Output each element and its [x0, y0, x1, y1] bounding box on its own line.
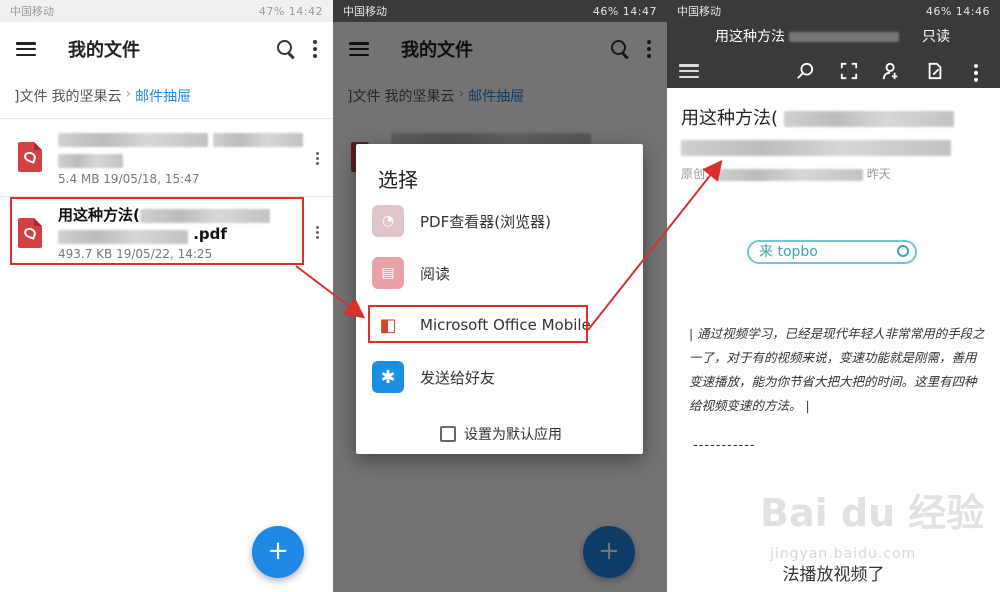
search-box-text: 来 topbo — [759, 244, 818, 260]
file-name-redacted — [58, 130, 304, 168]
publish-date: 昨天 — [866, 167, 891, 181]
baidu-watermark-url: jingyan.baidu.com — [770, 546, 917, 562]
doc-heading: 用这种方法( — [681, 104, 954, 156]
hamburger-menu-icon[interactable] — [16, 42, 36, 56]
breadcrumb-item[interactable]: 我的坚果云 — [51, 86, 121, 106]
status-bar: 中国移动 47% 14:42 — [0, 0, 333, 22]
reader-toolbar — [667, 54, 1000, 88]
reader-book-icon: ▤ — [372, 257, 404, 289]
doc-body-text: | 通过视频学习，已经是现代年轻人非常常用的手段之一了，对于有的视频来说，变速功… — [689, 326, 985, 413]
hamburger-menu-icon[interactable] — [679, 64, 699, 78]
app-option-reader[interactable]: ▤ 阅读 — [356, 250, 643, 296]
share-person-icon[interactable] — [881, 62, 901, 80]
doc-heading-text: 用这种方法( — [681, 108, 779, 129]
file-manager-screen: 中国移动 47% 14:42 我的文件 ]文件 我的坚果云 › 邮件抽屉 5.4… — [0, 0, 333, 592]
doc-separator: ----------- — [693, 438, 756, 453]
pdf-viewer-icon: ◔ — [372, 205, 404, 237]
read-only-badge: 只读 — [922, 29, 950, 45]
default-app-checkbox[interactable] — [440, 426, 456, 442]
battery-level: 46% — [592, 4, 619, 18]
doc-footer-text: 法播放视频了 — [782, 565, 885, 585]
document-title-text: 用这种方法 — [715, 29, 785, 45]
search-icon — [897, 245, 909, 257]
app-option-label: 阅读 — [420, 264, 451, 283]
carrier-label: 中国移动 — [677, 5, 721, 18]
clock: 14:42 — [288, 4, 323, 18]
search-icon[interactable] — [795, 62, 815, 80]
file-meta: 5.4 MB 19/05/18, 15:47 — [58, 172, 200, 186]
app-option-pdf-viewer[interactable]: ◔ PDF查看器(浏览器) — [356, 198, 643, 244]
breadcrumb-separator-icon: › — [125, 86, 132, 102]
row-more-icon[interactable] — [316, 152, 319, 165]
page-title: 我的文件 — [68, 40, 140, 61]
highlight-box — [368, 305, 588, 343]
document-title: 用这种方法 — [715, 26, 900, 46]
app-option-send-friend[interactable]: ✱ 发送给好友 — [356, 354, 643, 400]
clock: 14:46 — [955, 4, 990, 18]
baidu-watermark: Bai du 经验 — [760, 491, 985, 535]
file-row[interactable]: 5.4 MB 19/05/18, 15:47 — [0, 124, 333, 196]
carrier-label: 中国移动 — [343, 5, 387, 18]
highlight-box — [10, 197, 304, 265]
battery-level: 47% — [258, 4, 285, 18]
app-option-label: PDF查看器(浏览器) — [420, 212, 551, 231]
send-friend-icon: ✱ — [372, 361, 404, 393]
more-options-icon[interactable] — [974, 64, 978, 82]
checkbox-label: 设置为默认应用 — [464, 427, 562, 443]
divider — [0, 118, 333, 119]
edit-icon[interactable] — [925, 62, 945, 80]
add-fab-button[interactable]: + — [252, 526, 304, 578]
row-more-icon[interactable] — [316, 226, 319, 239]
breadcrumb-item[interactable]: ]文件 — [14, 86, 47, 106]
open-with-screen: 中国移动 46% 14:47 我的文件 ]文件 我的坚果云 › 邮件抽屉 + 选… — [333, 0, 667, 592]
reader-header: 用这种方法 只读 — [667, 22, 1000, 88]
pdf-file-icon — [18, 142, 42, 172]
fullscreen-icon[interactable] — [839, 62, 859, 80]
author-label: 原创: — [681, 167, 710, 181]
clock: 14:47 — [622, 4, 657, 18]
carrier-label: 中国移动 — [10, 5, 54, 18]
breadcrumb: ]文件 我的坚果云 › 邮件抽屉 — [14, 86, 191, 106]
more-options-icon[interactable] — [313, 40, 317, 58]
status-bar: 中国移动 46% 14:46 — [667, 0, 1000, 22]
app-option-label: 发送给好友 — [420, 368, 496, 387]
dialog-title: 选择 — [378, 168, 418, 192]
doc-meta: 原创: 昨天 — [681, 165, 891, 182]
battery-level: 46% — [925, 4, 952, 18]
app-bar: 我的文件 — [0, 22, 333, 76]
breadcrumb-current: 邮件抽屉 — [135, 89, 192, 105]
search-icon[interactable] — [277, 40, 295, 58]
open-with-dialog: 选择 ◔ PDF查看器(浏览器) ▤ 阅读 ◧ Microsoft Office… — [356, 144, 643, 454]
status-bar: 中国移动 46% 14:47 — [333, 0, 667, 22]
embedded-search-box: 来 topbo — [747, 240, 917, 264]
default-app-checkbox-row[interactable]: 设置为默认应用 — [440, 424, 562, 444]
